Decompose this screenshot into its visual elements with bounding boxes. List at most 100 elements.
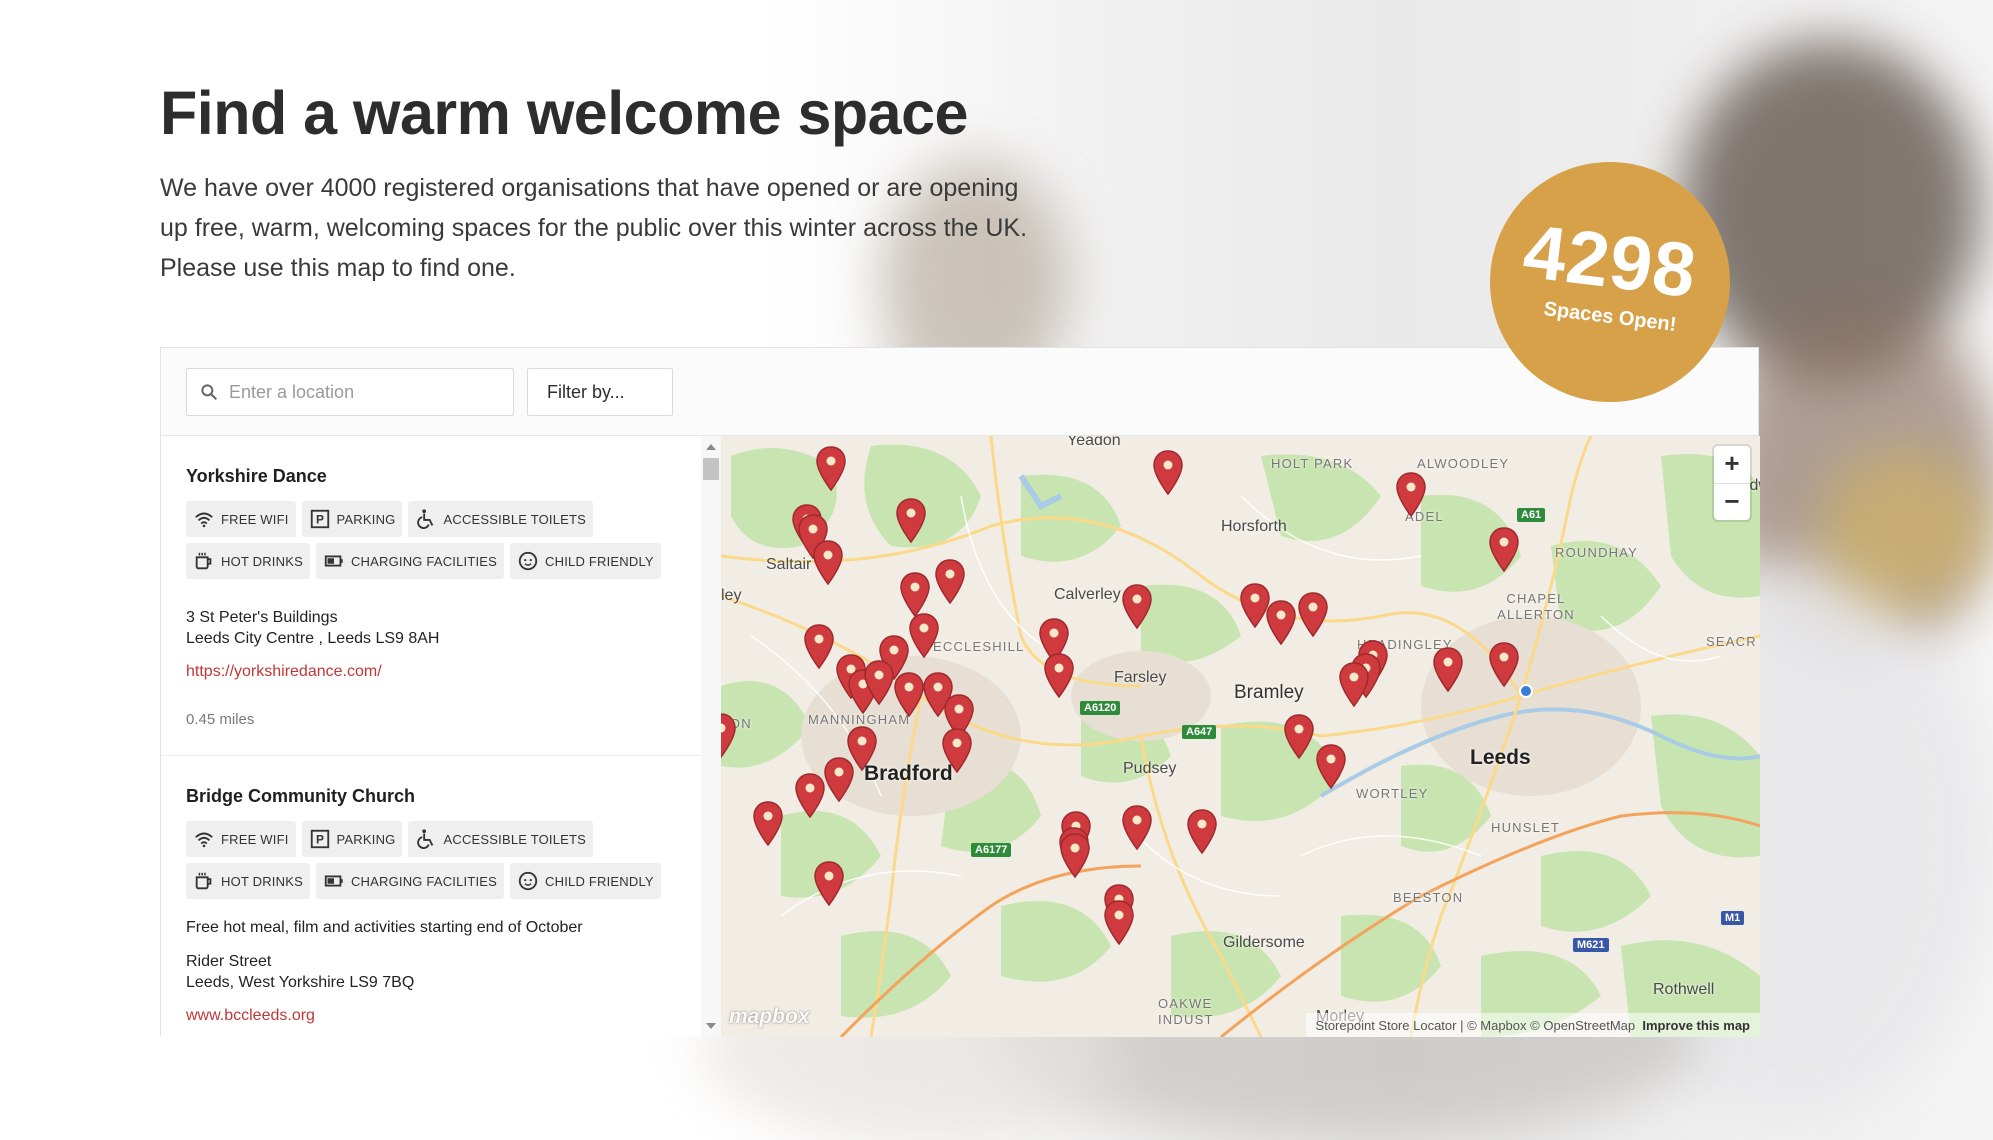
tag-accessible-toilets: ACCESSIBLE TOILETS (408, 821, 594, 857)
map-pin[interactable] (823, 757, 855, 803)
intro-text: We have over 4000 registered organisatio… (160, 174, 1028, 282)
map-label-roundhay: ROUNDHAY (1555, 545, 1639, 560)
scroll-down-arrow[interactable] (706, 1023, 716, 1029)
parking-icon: P (310, 829, 329, 849)
map-pin[interactable] (899, 572, 931, 618)
map-attribution: Storepoint Store Locator | © Mapbox © Op… (1305, 1013, 1760, 1037)
storepoint-link[interactable]: Storepoint Store Locator (1316, 1018, 1457, 1033)
map-pin[interactable] (1121, 584, 1153, 630)
osm-attribution-link[interactable]: © OpenStreetMap (1530, 1018, 1635, 1033)
list-item[interactable]: Yorkshire Dance FREE WIFI P PARKING ACCE… (161, 436, 701, 756)
map-pin[interactable] (721, 713, 737, 759)
map-pin[interactable] (1103, 900, 1135, 946)
list-scrollbar[interactable] (701, 436, 721, 1037)
road-sign-m621: M621 (1573, 938, 1609, 952)
road-sign-a6120: A6120 (1080, 701, 1121, 715)
map-pin[interactable] (1315, 744, 1347, 790)
map-pin[interactable] (1297, 592, 1329, 638)
map-pin[interactable] (893, 672, 925, 718)
map-pin[interactable] (908, 613, 940, 659)
mapbox-attribution-link[interactable]: | © Mapbox (1460, 1018, 1526, 1033)
amenity-tags: FREE WIFI P PARKING ACCESSIBLE TOILETS H… (186, 821, 676, 905)
map-label-wortley: WORTLEY (1356, 786, 1429, 801)
map-pin[interactable] (934, 559, 966, 605)
map-pin[interactable] (1488, 527, 1520, 573)
svg-text:P: P (315, 833, 323, 847)
map-label-leeds: Leeds (1470, 746, 1531, 769)
map-pin[interactable] (895, 498, 927, 544)
map-pin[interactable] (752, 801, 784, 847)
parking-icon: P (310, 509, 329, 529)
map-pin[interactable] (1186, 809, 1218, 855)
location-description: Free hot meal, film and activities start… (186, 919, 583, 936)
map-pin[interactable] (1395, 472, 1427, 518)
map-pin[interactable] (941, 728, 973, 774)
location-list[interactable]: Yorkshire Dance FREE WIFI P PARKING ACCE… (161, 436, 701, 1037)
map-pin[interactable] (1152, 450, 1184, 496)
location-name[interactable]: Bridge Community Church (186, 786, 676, 807)
tag-hot-drinks: HOT DRINKS (186, 543, 310, 579)
map-pin[interactable] (1059, 833, 1091, 879)
map-view[interactable]: Yeadon HOLT PARK ALWOODLEY Shadw ADEL Ho… (721, 436, 1760, 1037)
map-label-calverley: Calverley (1054, 586, 1121, 603)
filter-button[interactable]: Filter by... (527, 368, 673, 416)
zoom-controls: + − (1714, 446, 1750, 520)
road-sign-a61: A61 (1517, 508, 1546, 522)
map-label-holt-park: HOLT PARK (1271, 456, 1354, 471)
zoom-in-button[interactable]: + (1714, 446, 1750, 483)
map-pin[interactable] (813, 861, 845, 907)
location-search[interactable] (186, 368, 514, 416)
map-pin[interactable] (1121, 805, 1153, 851)
cup-icon (195, 552, 212, 570)
tag-accessible-toilets: ACCESSIBLE TOILETS (408, 501, 594, 537)
tag-parking: P PARKING (301, 821, 403, 857)
map-label-farsley: Farsley (1114, 669, 1167, 686)
store-locator: Filter by... Yorkshire Dance FREE WIFI P… (160, 347, 1760, 1037)
list-item[interactable]: Bridge Community Church FREE WIFI P PARK… (161, 756, 701, 1025)
location-address: Rider Street Leeds, West Yorkshire LS9 7… (186, 953, 415, 991)
map-pin[interactable] (1043, 653, 1075, 699)
map-label-hunslet: HUNSLET (1491, 820, 1561, 835)
current-location-dot (1519, 684, 1533, 698)
location-website-link[interactable]: https://yorkshiredance.com/ (186, 663, 676, 681)
map-pin[interactable] (1488, 642, 1520, 688)
wheelchair-icon (417, 509, 434, 529)
road-sign-a6177: A6177 (971, 843, 1012, 857)
map-label-beeston: BEESTON (1393, 890, 1464, 905)
search-input[interactable] (229, 369, 509, 415)
map-label-oakwell: OAKWE INDUST (1158, 996, 1214, 1027)
locator-toolbar: Filter by... (161, 348, 1758, 436)
location-address: 3 St Peter's Buildings Leeds City Centre… (186, 609, 440, 647)
child-face-icon (518, 871, 538, 891)
map-pin[interactable] (803, 624, 835, 670)
map-label-gildersome: Gildersome (1223, 934, 1305, 951)
scroll-thumb[interactable] (703, 458, 719, 480)
map-pin[interactable] (1283, 714, 1315, 760)
location-website-link[interactable]: www.bccleeds.org (186, 1007, 676, 1025)
map-label-alwoodley: ALWOODLEY (1417, 456, 1510, 471)
battery-icon (324, 555, 343, 567)
map-pin[interactable] (863, 660, 895, 706)
map-pin[interactable] (794, 773, 826, 819)
tag-charging-facilities: CHARGING FACILITIES (315, 543, 505, 579)
tag-child-friendly: CHILD FRIENDLY (510, 863, 661, 899)
map-label-eccleshill: ECCLESHILL (933, 639, 1025, 654)
amenity-tags: FREE WIFI P PARKING ACCESSIBLE TOILETS H… (186, 501, 676, 585)
map-label-yeadon: Yeadon (1067, 436, 1121, 449)
map-pin[interactable] (1432, 647, 1464, 693)
map-pin[interactable] (1338, 662, 1370, 708)
location-name[interactable]: Yorkshire Dance (186, 466, 676, 487)
tag-parking: P PARKING (301, 501, 403, 537)
map-label-ley: ley (721, 587, 742, 604)
zoom-out-button[interactable]: − (1714, 483, 1750, 520)
location-distance: 0.45 miles (186, 711, 255, 728)
scroll-up-arrow[interactable] (706, 444, 716, 450)
map-pin[interactable] (1265, 600, 1297, 646)
map-pin[interactable] (812, 540, 844, 586)
child-face-icon (518, 551, 538, 571)
map-pin[interactable] (815, 446, 847, 492)
cup-icon (195, 872, 212, 890)
mapbox-logo[interactable]: mapbox (729, 1005, 810, 1029)
improve-map-link[interactable]: Improve this map (1642, 1018, 1750, 1033)
wheelchair-icon (417, 829, 434, 849)
